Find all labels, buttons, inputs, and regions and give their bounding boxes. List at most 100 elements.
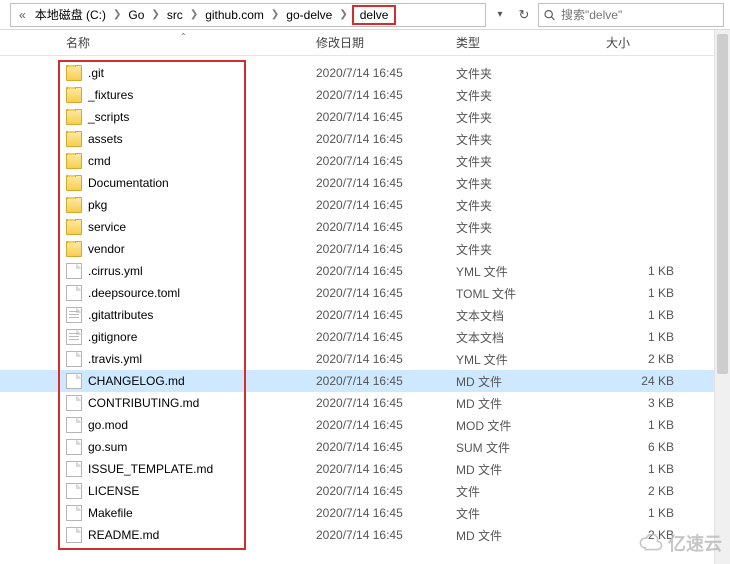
file-date-cell: 2020/7/14 16:45: [310, 176, 450, 190]
file-type-cell: 文件夹: [450, 65, 600, 82]
file-row[interactable]: .deepsource.toml2020/7/14 16:45TOML 文件1 …: [0, 282, 730, 304]
file-type-cell: 文件夹: [450, 109, 600, 126]
sort-indicator-icon: ⌃: [180, 32, 187, 41]
file-row[interactable]: cmd2020/7/14 16:45文件夹: [0, 150, 730, 172]
breadcrumb-item-go[interactable]: Go: [123, 6, 149, 24]
chevron-right-icon[interactable]: ❯: [337, 9, 349, 20]
file-row[interactable]: LICENSE2020/7/14 16:45文件2 KB: [0, 480, 730, 502]
file-date-cell: 2020/7/14 16:45: [310, 396, 450, 410]
folder-icon: [66, 197, 82, 213]
file-name-cell: vendor: [60, 241, 310, 257]
file-date-cell: 2020/7/14 16:45: [310, 440, 450, 454]
file-type-cell: 文件夹: [450, 241, 600, 258]
folder-icon: [66, 87, 82, 103]
breadcrumb[interactable]: « 本地磁盘 (C:) ❯ Go ❯ src ❯ github.com ❯ go…: [10, 3, 486, 27]
file-name-label: .gitignore: [88, 330, 137, 344]
file-row[interactable]: .gitignore2020/7/14 16:45文本文档1 KB: [0, 326, 730, 348]
file-name-cell: .deepsource.toml: [60, 285, 310, 301]
file-size-cell: 3 KB: [600, 396, 680, 410]
breadcrumb-item-github[interactable]: github.com: [200, 6, 269, 24]
file-row[interactable]: README.md2020/7/14 16:45MD 文件2 KB: [0, 524, 730, 546]
file-name-label: LICENSE: [88, 484, 139, 498]
file-size-cell: 1 KB: [600, 418, 680, 432]
file-name-label: .gitattributes: [88, 308, 153, 322]
file-date-cell: 2020/7/14 16:45: [310, 352, 450, 366]
file-list[interactable]: .git2020/7/14 16:45文件夹_fixtures2020/7/14…: [0, 56, 730, 546]
folder-icon: [66, 131, 82, 147]
column-header-type[interactable]: 类型: [450, 34, 600, 51]
file-date-cell: 2020/7/14 16:45: [310, 330, 450, 344]
file-size-cell: 1 KB: [600, 308, 680, 322]
file-row[interactable]: vendor2020/7/14 16:45文件夹: [0, 238, 730, 260]
file-row[interactable]: _fixtures2020/7/14 16:45文件夹: [0, 84, 730, 106]
file-name-cell: .travis.yml: [60, 351, 310, 367]
file-name-label: _scripts: [88, 110, 129, 124]
breadcrumb-item-go-delve[interactable]: go-delve: [281, 6, 337, 24]
file-row[interactable]: pkg2020/7/14 16:45文件夹: [0, 194, 730, 216]
chevron-right-icon[interactable]: ❯: [269, 9, 281, 20]
file-size-cell: 1 KB: [600, 286, 680, 300]
file-row[interactable]: .cirrus.yml2020/7/14 16:45YML 文件1 KB: [0, 260, 730, 282]
breadcrumb-overflow-icon[interactable]: «: [15, 8, 30, 22]
column-header-name[interactable]: 名称 ⌃: [60, 34, 310, 51]
chevron-right-icon[interactable]: ❯: [111, 9, 123, 20]
breadcrumb-item-current[interactable]: delve: [352, 5, 397, 25]
file-date-cell: 2020/7/14 16:45: [310, 506, 450, 520]
file-name-label: cmd: [88, 154, 111, 168]
folder-icon: [66, 65, 82, 81]
file-name-label: .deepsource.toml: [88, 286, 180, 300]
column-header-date[interactable]: 修改日期: [310, 34, 450, 51]
file-row[interactable]: go.mod2020/7/14 16:45MOD 文件1 KB: [0, 414, 730, 436]
scrollbar-thumb[interactable]: [717, 34, 728, 374]
address-dropdown-icon[interactable]: ▾: [490, 9, 510, 20]
file-name-cell: _scripts: [60, 109, 310, 125]
file-name-cell: Documentation: [60, 175, 310, 191]
chevron-right-icon[interactable]: ❯: [188, 9, 200, 20]
search-box[interactable]: [538, 3, 724, 27]
file-date-cell: 2020/7/14 16:45: [310, 528, 450, 542]
file-date-cell: 2020/7/14 16:45: [310, 242, 450, 256]
file-name-label: assets: [88, 132, 123, 146]
file-date-cell: 2020/7/14 16:45: [310, 154, 450, 168]
address-bar: « 本地磁盘 (C:) ❯ Go ❯ src ❯ github.com ❯ go…: [0, 0, 730, 30]
text-file-icon: [66, 307, 82, 323]
file-row[interactable]: service2020/7/14 16:45文件夹: [0, 216, 730, 238]
vertical-scrollbar[interactable]: [714, 30, 730, 564]
search-icon: [543, 8, 556, 21]
text-file-icon: [66, 329, 82, 345]
file-name-cell: ISSUE_TEMPLATE.md: [60, 461, 310, 477]
column-header-size[interactable]: 大小: [600, 34, 680, 51]
file-row[interactable]: go.sum2020/7/14 16:45SUM 文件6 KB: [0, 436, 730, 458]
file-row[interactable]: CHANGELOG.md2020/7/14 16:45MD 文件24 KB: [0, 370, 730, 392]
file-type-cell: 文本文档: [450, 329, 600, 346]
file-row[interactable]: assets2020/7/14 16:45文件夹: [0, 128, 730, 150]
file-row[interactable]: .travis.yml2020/7/14 16:45YML 文件2 KB: [0, 348, 730, 370]
file-row[interactable]: .gitattributes2020/7/14 16:45文本文档1 KB: [0, 304, 730, 326]
breadcrumb-item-disk[interactable]: 本地磁盘 (C:): [30, 4, 111, 25]
file-name-label: Documentation: [88, 176, 169, 190]
file-row[interactable]: CONTRIBUTING.md2020/7/14 16:45MD 文件3 KB: [0, 392, 730, 414]
file-row[interactable]: Documentation2020/7/14 16:45文件夹: [0, 172, 730, 194]
file-type-cell: 文件: [450, 483, 600, 500]
refresh-icon[interactable]: ↻: [514, 7, 534, 23]
file-size-cell: 6 KB: [600, 440, 680, 454]
file-row[interactable]: .git2020/7/14 16:45文件夹: [0, 62, 730, 84]
file-date-cell: 2020/7/14 16:45: [310, 88, 450, 102]
cloud-icon: [638, 534, 664, 552]
file-type-cell: 文件: [450, 505, 600, 522]
file-icon: [66, 505, 82, 521]
file-name-label: CHANGELOG.md: [88, 374, 185, 388]
file-row[interactable]: _scripts2020/7/14 16:45文件夹: [0, 106, 730, 128]
breadcrumb-item-src[interactable]: src: [162, 6, 188, 24]
folder-icon: [66, 153, 82, 169]
file-type-cell: MOD 文件: [450, 417, 600, 434]
file-date-cell: 2020/7/14 16:45: [310, 374, 450, 388]
file-name-cell: .git: [60, 65, 310, 81]
file-name-cell: README.md: [60, 527, 310, 543]
chevron-right-icon[interactable]: ❯: [149, 9, 161, 20]
file-date-cell: 2020/7/14 16:45: [310, 462, 450, 476]
file-row[interactable]: Makefile2020/7/14 16:45文件1 KB: [0, 502, 730, 524]
file-row[interactable]: ISSUE_TEMPLATE.md2020/7/14 16:45MD 文件1 K…: [0, 458, 730, 480]
search-input[interactable]: [539, 4, 723, 26]
file-icon: [66, 461, 82, 477]
